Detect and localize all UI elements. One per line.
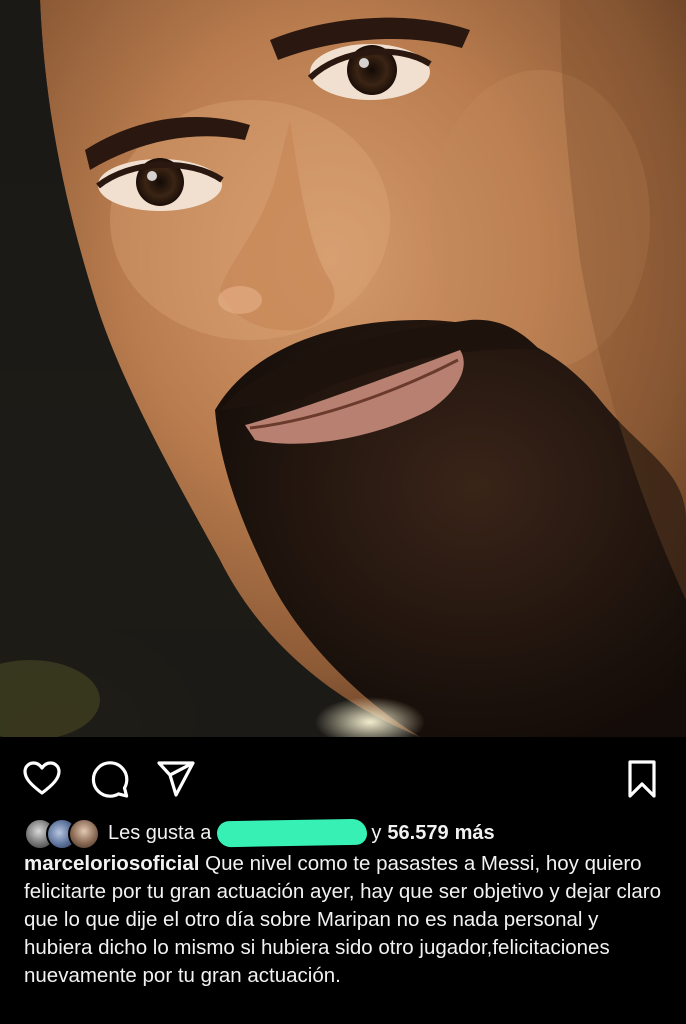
likes-count[interactable]: 56.579	[387, 822, 448, 845]
bookmark-icon[interactable]	[622, 759, 662, 799]
avatar[interactable]	[68, 818, 100, 850]
share-icon-graphic	[157, 761, 195, 797]
caption-username[interactable]: marceloriosoficial	[24, 852, 199, 875]
post-action-bar	[0, 737, 686, 815]
instagram-post-screen: Les gusta a y 56.579 más marceloriosofic…	[0, 0, 686, 1024]
likes-and-text: y	[371, 821, 382, 844]
comment-icon[interactable]	[90, 759, 130, 799]
post-photo-illustration	[0, 0, 686, 737]
bookmark-icon-graphic	[628, 760, 656, 798]
likes-more[interactable]: más	[455, 822, 495, 845]
post-caption: marceloriosoficial Que nivel como te pas…	[24, 850, 664, 990]
likes-prefix-text: Les gusta a	[108, 821, 212, 844]
heart-icon-graphic	[23, 761, 61, 795]
liker-avatars[interactable]	[24, 817, 100, 850]
post-photo[interactable]	[0, 0, 686, 737]
comment-icon-graphic	[91, 761, 129, 798]
heart-icon[interactable]	[22, 759, 62, 799]
likes-summary[interactable]: Les gusta a y 56.579 más	[24, 815, 664, 851]
redacted-username	[217, 818, 368, 848]
share-icon[interactable]	[156, 759, 196, 799]
